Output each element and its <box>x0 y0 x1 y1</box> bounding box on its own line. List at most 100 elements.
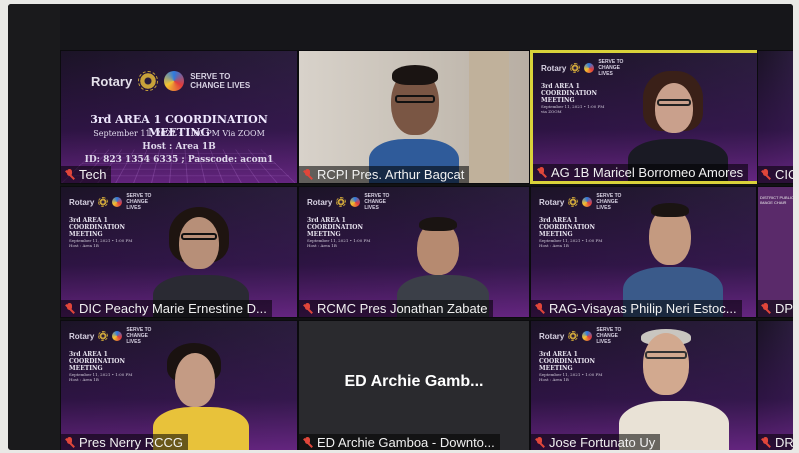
slide-title: 3rd AREA 1 COORDINATION MEETING <box>539 217 596 238</box>
slide-title: 3rd AREA 1 COORDINATION MEETING <box>307 217 364 238</box>
slide-via: via ZOOM <box>541 109 562 114</box>
participant-name: DIC Peachy Marie Ernestine D... <box>79 301 267 316</box>
slide-tagline: SERVE TO CHANGE LIVES <box>190 72 251 90</box>
participant-name: RCPI Pres. Arthur Bagcat <box>317 167 465 182</box>
rotary-wheel-icon <box>570 63 581 73</box>
slide-background <box>758 321 793 450</box>
rotary-wordmark: Rotary <box>69 331 95 341</box>
participant-name-label: DR <box>758 434 793 450</box>
participant-name: CIC <box>775 167 793 182</box>
rotary-wordmark: Rotary <box>307 197 333 207</box>
top-bezel <box>60 4 793 50</box>
hair <box>392 65 438 85</box>
video-tile-maricel-amores[interactable]: Rotary SERVE TO CHANGE LIVES 3rd AREA 1 … <box>530 50 761 184</box>
video-gallery: Rotary SERVE TO CHANGE LIVES 3rd AREA 1 … <box>60 50 793 450</box>
slide-tagline: SERVE TO CHANGE LIVES <box>596 327 622 345</box>
participant-name: DR <box>775 435 793 450</box>
muted-mic-icon <box>760 169 771 180</box>
video-tile-tech[interactable]: Rotary SERVE TO CHANGE LIVES 3rd AREA 1 … <box>60 50 298 184</box>
rotary-wheel-icon <box>98 331 109 341</box>
participant-name: DP <box>775 301 793 316</box>
slide-host: Host : Area 1B <box>539 243 569 248</box>
hair <box>419 217 457 231</box>
side-slide-text: DISTRICT PUBLIC IMAGE CHAIR <box>760 195 793 205</box>
globe-icon <box>350 197 361 207</box>
slide-title: 3rd AREA 1 COORDINATION MEETING <box>69 351 126 372</box>
slide-host: Host : Area 1B <box>142 142 216 152</box>
slide-tagline: SERVE TO CHANGE LIVES <box>598 59 624 77</box>
video-tile-archie-gamboa[interactable]: ED Archie Gamb... ED Archie Gamboa - Dow… <box>298 320 530 450</box>
muted-mic-icon <box>534 303 545 314</box>
glasses <box>395 95 435 103</box>
globe-icon <box>582 331 593 341</box>
video-tile-philip-estoc[interactable]: Rotary SERVE TO CHANGE LIVES 3rd AREA 1 … <box>530 186 757 318</box>
mini-slide-logo: Rotary SERVE TO CHANGE LIVES <box>69 327 156 345</box>
mini-slide-text: 3rd AREA 1 COORDINATION MEETING Septembe… <box>541 83 631 114</box>
slide-host: Host : Area 1B <box>69 243 99 248</box>
globe-icon <box>164 71 185 91</box>
mini-slide-text: 3rd AREA 1 COORDINATION MEETING Septembe… <box>539 351 620 382</box>
video-tile-peachy[interactable]: Rotary SERVE TO CHANGE LIVES 3rd AREA 1 … <box>60 186 298 318</box>
participant-name-label: ED Archie Gamboa - Downto... <box>299 434 500 450</box>
participant-name-label: AG 1B Maricel Borromeo Amores <box>533 164 749 181</box>
slide-meeting-id: ID: 823 1354 6335 ; Passcode: acom1 <box>84 155 274 165</box>
rotary-wordmark: Rotary <box>539 331 565 341</box>
participant-name-label: DP <box>758 300 793 317</box>
muted-mic-icon <box>64 437 75 448</box>
muted-mic-icon <box>534 437 545 448</box>
mini-slide-logo: Rotary SERVE TO CHANGE LIVES <box>539 327 626 345</box>
glasses <box>181 233 217 240</box>
participant-name-label: RAG-Visayas Philip Neri Estoc... <box>531 300 742 317</box>
mini-slide-text: 3rd AREA 1 COORDINATION MEETING Septembe… <box>539 217 620 248</box>
muted-mic-icon <box>302 169 313 180</box>
slide-background <box>758 51 793 183</box>
slide-title: 3rd AREA 1 COORDINATION MEETING <box>539 351 596 372</box>
muted-mic-icon <box>302 437 313 448</box>
participant-name-label: RCPI Pres. Arthur Bagcat <box>299 166 470 183</box>
rotary-wheel-icon <box>98 197 109 207</box>
rotary-wordmark: Rotary <box>539 197 565 207</box>
participant-name-label: CIC <box>758 166 793 183</box>
muted-mic-icon <box>536 167 547 178</box>
slide-host: Host : Area 1B <box>69 377 99 382</box>
participant-name: RAG-Visayas Philip Neri Estoc... <box>549 301 737 316</box>
mini-slide-logo: Rotary SERVE TO CHANGE LIVES <box>307 193 394 211</box>
left-bezel <box>8 4 60 450</box>
hair <box>651 203 689 217</box>
participant-name-label: Jose Fortunato Uy <box>531 434 661 450</box>
mini-slide-text: 3rd AREA 1 COORDINATION MEETING Septembe… <box>307 217 390 248</box>
video-tile-cic[interactable]: CIC <box>757 50 793 184</box>
participant-name: RCMC Pres Jonathan Zabate <box>317 301 488 316</box>
muted-mic-icon <box>760 303 771 314</box>
glasses <box>657 99 691 106</box>
participant-name-label: Pres Nerry RCCG <box>61 434 189 450</box>
rotary-wheel-icon <box>568 331 579 341</box>
rotary-wheel-icon <box>138 71 159 91</box>
participant-name: ED Archie Gamboa - Downto... <box>317 435 495 450</box>
video-tile-jonathan-zabate[interactable]: Rotary SERVE TO CHANGE LIVES 3rd AREA 1 … <box>298 186 530 318</box>
slide-title: 3rd AREA 1 COORDINATION MEETING <box>541 83 598 104</box>
slide-host: Host : Area 1B <box>307 243 337 248</box>
video-tile-nerry[interactable]: Rotary SERVE TO CHANGE LIVES 3rd AREA 1 … <box>60 320 298 450</box>
participant-name: Tech <box>79 167 107 182</box>
mini-slide-text: 3rd AREA 1 COORDINATION MEETING Septembe… <box>69 217 154 248</box>
mini-slide-logo: Rotary SERVE TO CHANGE LIVES <box>69 193 156 211</box>
video-tile-dr[interactable]: DR <box>757 320 793 450</box>
participant-name-label: RCMC Pres Jonathan Zabate <box>299 300 493 317</box>
rotary-wheel-icon <box>568 197 579 207</box>
slide-date: September 11, 2021 • 1:00 PM Via ZOOM <box>93 129 265 138</box>
muted-mic-icon <box>64 303 75 314</box>
door-frame <box>469 51 509 183</box>
participant-name: AG 1B Maricel Borromeo Amores <box>551 165 744 180</box>
video-tile-jose-uy[interactable]: Rotary SERVE TO CHANGE LIVES 3rd AREA 1 … <box>530 320 757 450</box>
glasses <box>645 351 687 359</box>
muted-mic-icon <box>302 303 313 314</box>
muted-mic-icon <box>64 169 75 180</box>
video-tile-arthur-bagcat[interactable]: RCPI Pres. Arthur Bagcat <box>298 50 530 184</box>
video-tile-dp[interactable]: DISTRICT PUBLIC IMAGE CHAIR DP <box>757 186 793 318</box>
muted-mic-icon <box>760 437 771 448</box>
globe-icon <box>112 197 123 207</box>
mini-slide-logo: Rotary SERVE TO CHANGE LIVES <box>539 193 626 211</box>
globe-icon <box>112 331 123 341</box>
participant-name-label: Tech <box>61 166 112 183</box>
